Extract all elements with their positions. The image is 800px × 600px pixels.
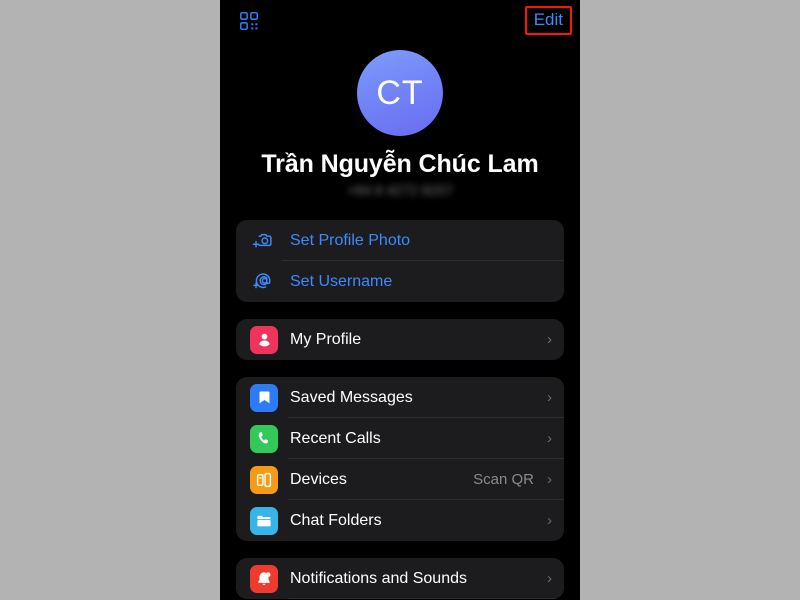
devices-icon — [250, 465, 278, 494]
folder-icon — [250, 506, 278, 535]
add-username-icon — [250, 269, 276, 295]
row-label: Devices — [290, 470, 347, 488]
avatar[interactable]: CT — [357, 50, 443, 136]
main-card: Saved Messages › Recent Calls › Devices … — [236, 377, 564, 541]
row-label: Recent Calls — [290, 429, 381, 447]
row-label: Saved Messages — [290, 388, 413, 406]
row-recent-calls[interactable]: Recent Calls › — [236, 418, 564, 459]
row-set-profile-photo[interactable]: Set Profile Photo — [236, 220, 564, 261]
profile-name: Trần Nguyễn Chúc Lam — [261, 150, 539, 178]
chevron-right-icon: › — [547, 430, 552, 447]
edit-button[interactable]: Edit — [524, 6, 572, 35]
top-bar: Edit — [220, 0, 580, 46]
row-label: Set Username — [290, 272, 393, 290]
bell-icon — [250, 564, 278, 593]
profile-header: CT Trần Nguyễn Chúc Lam +84 8 4272 8257 — [220, 46, 580, 198]
setup-card: Set Profile Photo Set Username — [236, 220, 564, 302]
bookmark-icon — [250, 383, 278, 412]
person-icon — [250, 325, 278, 354]
row-label: My Profile — [290, 330, 362, 348]
screenshot-canvas: Edit CT Trần Nguyễn Chúc Lam +84 8 4272 … — [0, 0, 800, 600]
row-label: Notifications and Sounds — [290, 569, 467, 587]
chevron-right-icon: › — [547, 331, 552, 348]
row-chat-folders[interactable]: Chat Folders › — [236, 500, 564, 541]
row-value: Scan QR — [473, 471, 534, 488]
add-photo-icon — [250, 228, 276, 254]
row-notifications-and-sounds[interactable]: Notifications and Sounds › — [236, 558, 564, 599]
row-label: Chat Folders — [290, 511, 382, 529]
chevron-right-icon: › — [547, 471, 552, 488]
phone-viewport: Edit CT Trần Nguyễn Chúc Lam +84 8 4272 … — [220, 0, 580, 600]
phone-icon — [250, 424, 278, 453]
chevron-right-icon: › — [547, 389, 552, 406]
row-devices[interactable]: Devices Scan QR › — [236, 459, 564, 500]
row-separator — [288, 598, 564, 599]
avatar-initials: CT — [376, 73, 424, 112]
row-set-username[interactable]: Set Username — [236, 261, 564, 302]
profile-phone-number: +84 8 4272 8257 — [347, 182, 453, 198]
chevron-right-icon: › — [547, 512, 552, 529]
row-label: Set Profile Photo — [290, 231, 411, 249]
profile-card: My Profile › — [236, 319, 564, 360]
settings-card: Notifications and Sounds › — [236, 558, 564, 599]
row-saved-messages[interactable]: Saved Messages › — [236, 377, 564, 418]
chevron-right-icon: › — [547, 570, 552, 587]
qr-code-button[interactable] — [236, 10, 262, 36]
row-my-profile[interactable]: My Profile › — [236, 319, 564, 360]
qr-code-icon — [238, 10, 260, 37]
